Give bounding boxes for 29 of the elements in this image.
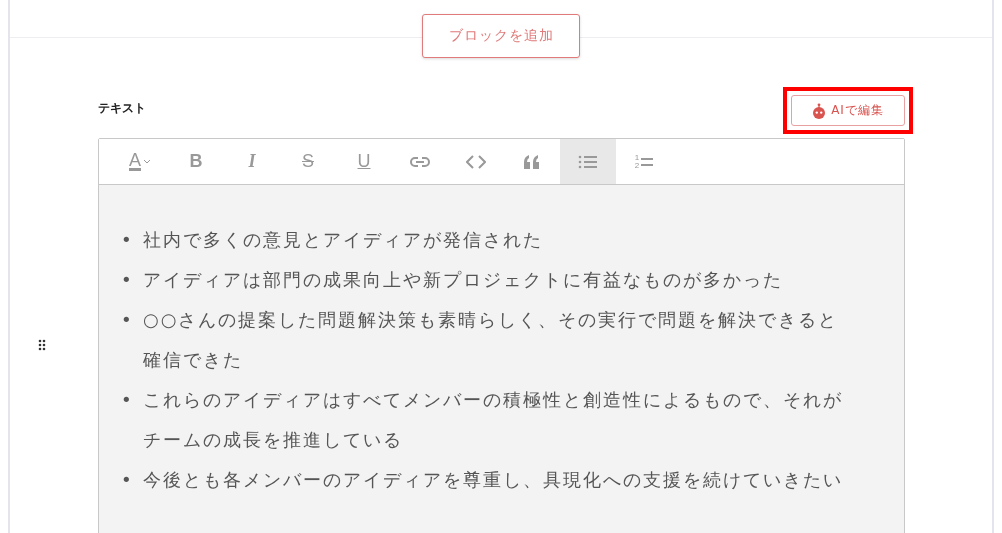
bullet-item: アイディアは部門の成果向上や新プロジェクトに有益なものが多かった [143,268,784,292]
bullet-list-icon [578,154,598,169]
robot-icon [812,102,827,119]
bullet-list-button[interactable] [560,139,616,184]
code-icon [466,154,486,169]
lines-icon [641,155,654,168]
bullet-item: 社内で多くの意見とアイディアが発信された [143,228,544,252]
text-color-button[interactable]: A [112,139,168,184]
bullet-marker: • [121,268,135,292]
bold-button[interactable]: B [168,139,224,184]
ai-edit-button[interactable]: AIで編集 [791,95,905,126]
bullet-item: これらのアイディアはすべてメンバーの積極性と創造性によるもので、それがチームの成長を推進している [143,388,844,452]
add-block-button[interactable]: ブロックを追加 [422,14,580,58]
numbered-list-button[interactable]: 1 2 [616,139,672,184]
caret-icon [143,158,151,165]
italic-button[interactable]: I [224,139,280,184]
bullet-item: 今後とも各メンバーのアイディアを尊重し、具現化への支援を続けていきたい [143,468,844,492]
quote-icon [523,154,541,169]
bullet-item: ○○さんの提案した問題解決策も素晴らしく、その実行で問題を解決できると確信できた [143,308,840,372]
bullet-marker: • [121,388,135,412]
bullet-marker: • [121,468,135,492]
block-title: テキスト [98,100,146,117]
editor-content[interactable]: • 社内で多くの意見とアイディアが発信された • アイディアは部門の成果向上や新プロジェクトに有益なものが多かった • ○○さんの提案した問題解決策も素晴らしく、その実行で問題を解決できると確信できた • これらのアイディアはすべてメンバーの積極性と創造性によるもので、それがチームの成長を推進している • 今後とも各メンバーのアイディアを尊重し、具現化への支援を続けていきたい [99,185,904,533]
link-icon [410,155,430,168]
underline-button[interactable]: U [336,139,392,184]
strike-button[interactable]: S [280,139,336,184]
bullet-marker: • [121,308,135,332]
drag-handle-icon[interactable] [38,338,46,351]
bullet-marker: • [121,228,135,252]
